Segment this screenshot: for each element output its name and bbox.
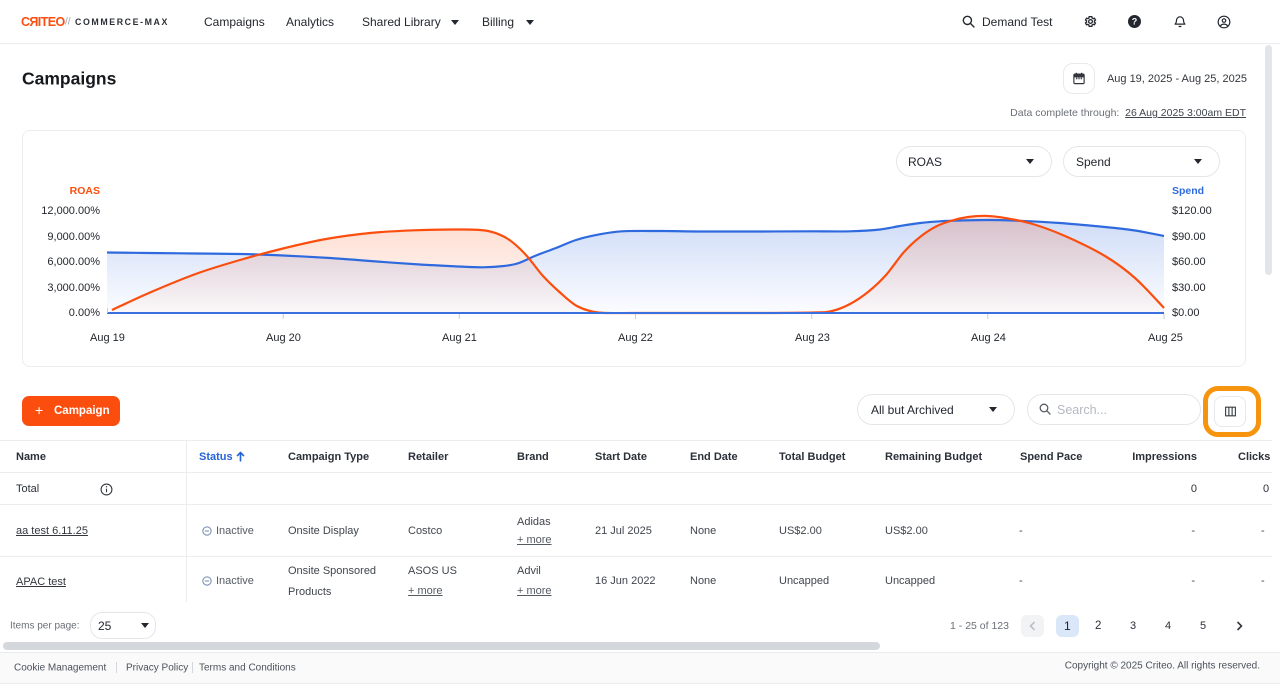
svg-text:?: ? xyxy=(1132,17,1138,27)
